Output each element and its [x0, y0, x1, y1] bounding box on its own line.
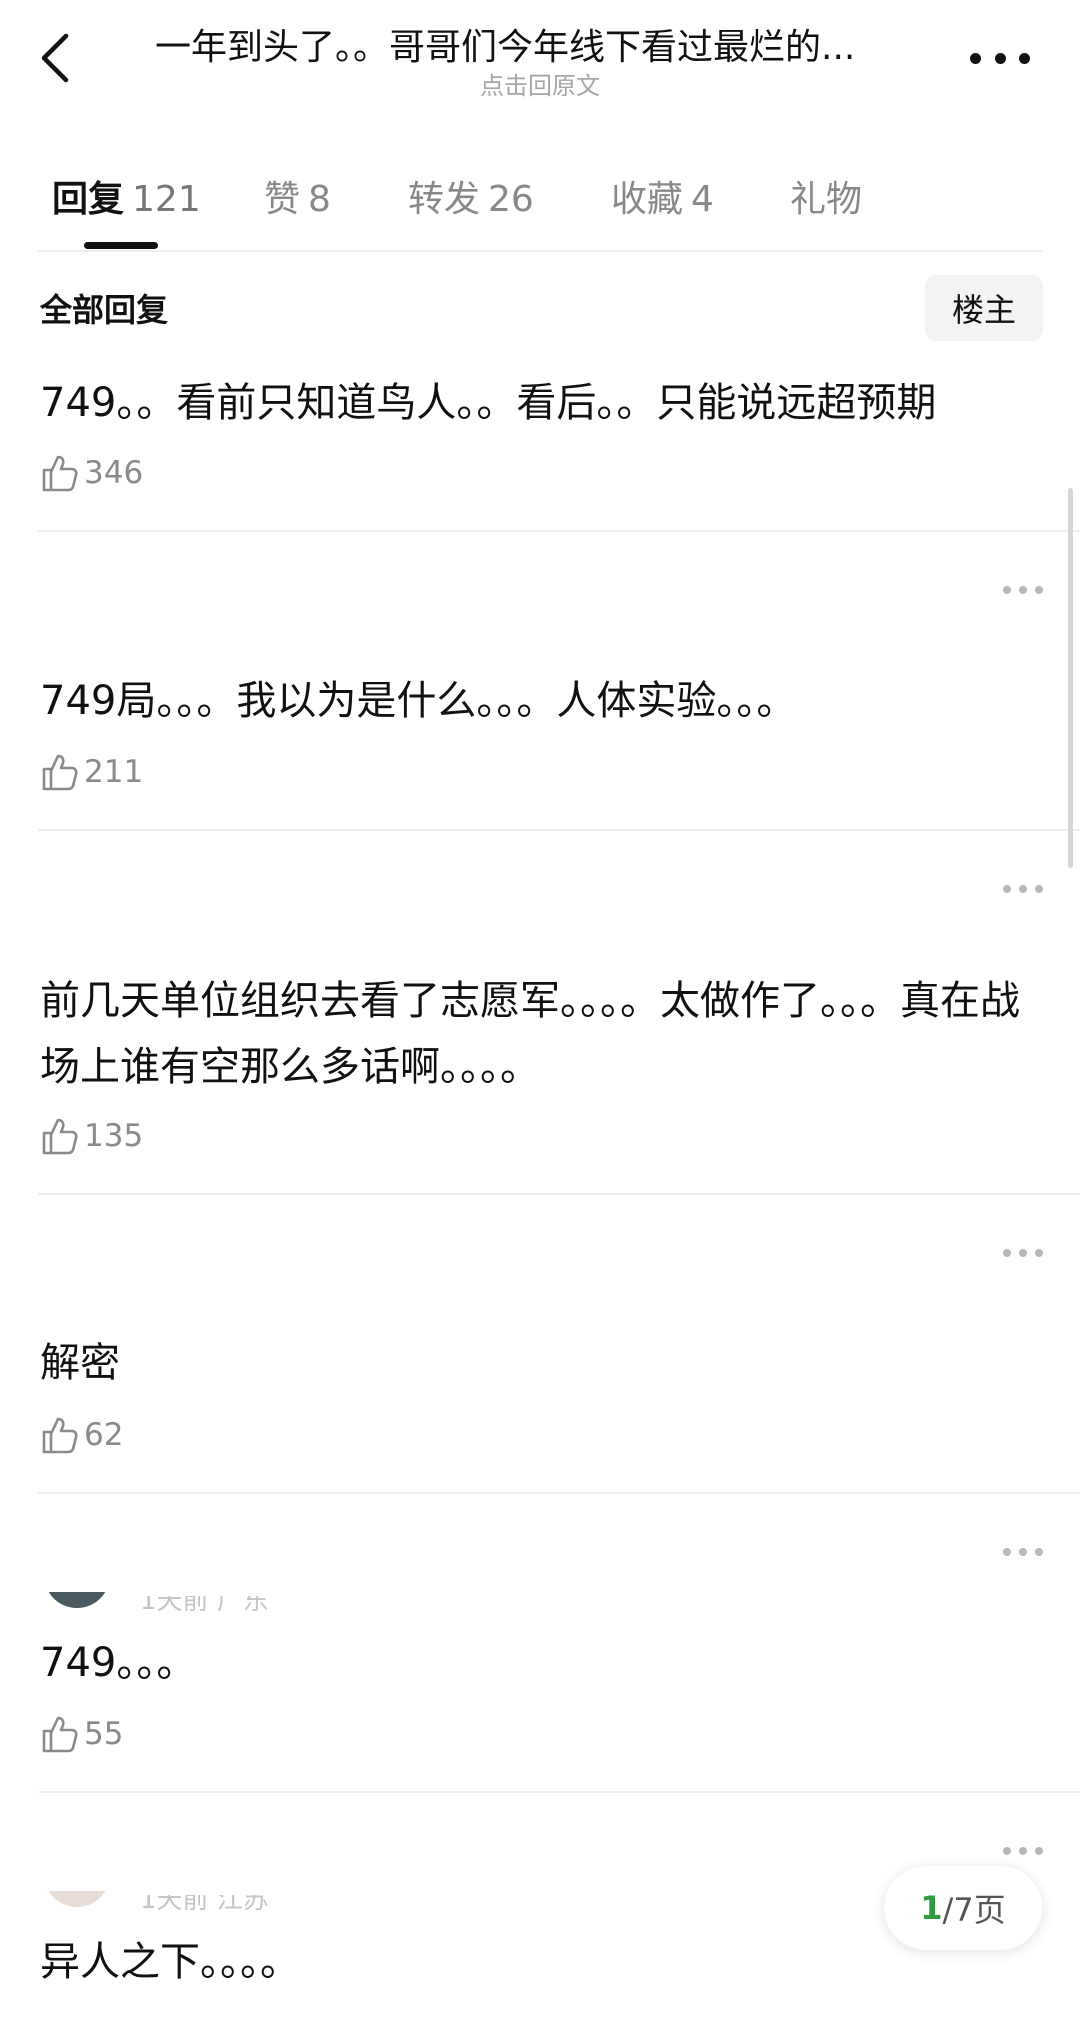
tab-label: 赞: [264, 179, 301, 220]
like-count: 55: [84, 1716, 124, 1752]
reply-more-button[interactable]: [1003, 883, 1043, 895]
tab-count: 121: [132, 179, 201, 220]
more-dot: [1035, 1548, 1043, 1556]
reply-more-button[interactable]: [1003, 1247, 1043, 1259]
more-horizontal-icon: [1003, 586, 1011, 594]
post-title[interactable]: 一年到头了。。哥哥们今年线下看过最烂的...: [155, 18, 925, 70]
more-horizontal-icon: [970, 52, 981, 64]
more-dot: [1035, 1847, 1043, 1855]
total-pages: /7页: [942, 1891, 1006, 1929]
more-dot: [1035, 586, 1043, 594]
reply-divider: [38, 1492, 1080, 1494]
tab-replies[interactable]: 回复 121: [52, 170, 201, 222]
like-count: 211: [84, 754, 144, 790]
more-dot: [1019, 1548, 1027, 1556]
tab-count: 4: [691, 179, 714, 220]
more-horizontal-icon: [1003, 1249, 1011, 1257]
reply-meta: 1天前 广东: [140, 1596, 269, 1612]
tab-count: 8: [308, 179, 331, 220]
avatar[interactable]: [44, 1891, 110, 1907]
like-button[interactable]: 346: [40, 451, 143, 495]
current-page: 1: [920, 1889, 943, 1927]
reply-meta: 1天前 江苏: [140, 1895, 269, 1911]
tabs-divider: [38, 250, 1042, 252]
scrollbar[interactable]: [1068, 488, 1073, 868]
tab-label: 礼物: [790, 179, 863, 220]
reply-divider: [38, 829, 1080, 831]
more-dot: [1035, 885, 1043, 893]
reply-divider: [38, 1193, 1080, 1195]
thumbs-up-icon: [42, 455, 78, 492]
tab-gifts[interactable]: 礼物: [790, 170, 870, 222]
like-count: 346: [84, 455, 144, 491]
reply-text: 749。。。: [40, 1640, 197, 1686]
tab-likes[interactable]: 赞8: [264, 170, 331, 222]
more-horizontal-icon: [1003, 1548, 1011, 1556]
more-horizontal-icon: [1003, 885, 1011, 893]
more-options-button[interactable]: [970, 36, 1030, 80]
like-count: 135: [84, 1118, 144, 1154]
reply-more-button[interactable]: [1003, 1546, 1043, 1558]
reply-divider: [38, 530, 1080, 532]
tab-label: 收藏: [611, 179, 684, 220]
more-dot: [994, 52, 1006, 64]
like-button[interactable]: 211: [40, 750, 143, 794]
tab-reposts[interactable]: 转发 26: [408, 170, 534, 222]
like-count: 62: [84, 1417, 124, 1453]
tab-label: 回复: [52, 179, 125, 220]
reply-text: 749局。。。我以为是什么。。。人体实验。。。: [40, 678, 797, 724]
reply-more-button[interactable]: [1003, 1845, 1043, 1857]
more-horizontal-icon: [1003, 1847, 1011, 1855]
reply-text: 解密: [40, 1340, 120, 1386]
reply-divider: [38, 1791, 1080, 1793]
thumbs-up-icon: [42, 1118, 78, 1155]
like-button[interactable]: 62: [40, 1413, 123, 1457]
more-dot: [1019, 586, 1027, 594]
avatar[interactable]: [44, 1592, 110, 1608]
tab-count: 26: [488, 179, 534, 220]
thumbs-up-icon: [42, 754, 78, 791]
tab-label: 转发: [408, 179, 481, 220]
more-dot: [1019, 885, 1027, 893]
page-indicator-button[interactable]: 1/7页: [884, 1866, 1042, 1950]
thumbs-up-icon: [42, 1417, 78, 1454]
active-tab-indicator: [84, 242, 158, 249]
tab-bar: 回复 121 赞8 转发 26 收藏 4 礼物: [0, 160, 1080, 250]
top-nav-bar: 一年到头了。。哥哥们今年线下看过最烂的... 点击回原文: [0, 0, 1080, 115]
like-button[interactable]: 135: [40, 1114, 143, 1158]
section-title: 全部回复: [40, 291, 169, 329]
like-button[interactable]: 55: [40, 1712, 123, 1756]
thumbs-up-icon: [42, 1716, 78, 1753]
more-dot: [1019, 1847, 1027, 1855]
reply-text: 749。。看前只知道鸟人。。看后。。只能说远超预期: [40, 380, 937, 426]
op-only-filter-button[interactable]: 楼主: [925, 275, 1043, 341]
tab-favorites[interactable]: 收藏 4: [611, 170, 714, 222]
back-to-original-link[interactable]: 点击回原文: [0, 66, 1080, 101]
more-dot: [1019, 52, 1030, 64]
reply-text: 异人之下。。。。: [40, 1939, 300, 1985]
more-dot: [1035, 1249, 1043, 1257]
more-dot: [1019, 1249, 1027, 1257]
reply-text: 前几天单位组织去看了志愿军。。。。太做作了。。。真在战场上谁有空那么多话啊。。。…: [40, 978, 1020, 1090]
reply-more-button[interactable]: [1003, 584, 1043, 596]
